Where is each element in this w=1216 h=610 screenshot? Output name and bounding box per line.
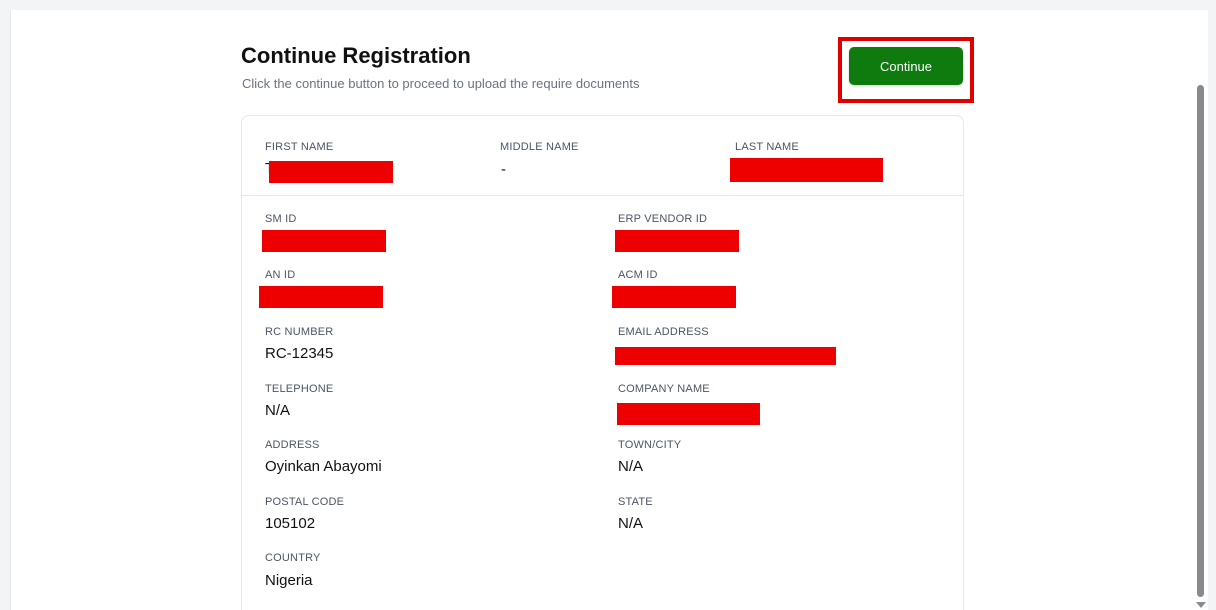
continue-button[interactable]: Continue <box>849 47 963 85</box>
state-label: STATE <box>618 496 653 508</box>
rc-number-value: RC-12345 <box>265 345 334 362</box>
rc-number-label: RC NUMBER <box>265 326 334 338</box>
page-scrollbar[interactable] <box>1194 10 1208 610</box>
an-id-label: AN ID <box>265 269 296 281</box>
country-label: COUNTRY <box>265 552 321 564</box>
acm-id-redaction <box>612 286 736 308</box>
registration-page: Continue Registration Click the continue… <box>10 10 1195 610</box>
email-address-label: EMAIL ADDRESS <box>618 326 709 338</box>
scrollbar-thumb[interactable] <box>1197 85 1204 597</box>
email-address-redaction <box>615 347 836 365</box>
erp-vendor-id-redaction <box>615 230 739 252</box>
town-city-label: TOWN/CITY <box>618 439 682 451</box>
company-name-redaction <box>617 403 760 425</box>
an-id-redaction <box>259 286 383 308</box>
scroll-down-arrow-icon[interactable] <box>1196 602 1206 608</box>
company-name-label: COMPANY NAME <box>618 383 710 395</box>
state-value: N/A <box>618 515 644 532</box>
middle-name-value: - <box>501 161 506 178</box>
postal-code-value: 105102 <box>265 515 316 532</box>
last-name-label: LAST NAME <box>735 141 799 153</box>
town-city-value: N/A <box>618 458 644 475</box>
country-value: Nigeria <box>265 572 313 589</box>
address-value: Oyinkan Abayomi <box>265 458 382 475</box>
postal-code-label: POSTAL CODE <box>265 496 345 508</box>
address-label: ADDRESS <box>265 439 320 451</box>
telephone-label: TELEPHONE <box>265 383 334 395</box>
page-title: Continue Registration <box>241 43 471 68</box>
sm-id-label: SM ID <box>265 213 297 225</box>
first-name-label: FIRST NAME <box>265 141 334 153</box>
first-name-redaction <box>269 161 393 183</box>
sm-id-redaction <box>262 230 386 252</box>
card-divider <box>242 195 963 196</box>
registration-details-card: FIRST NAME T MIDDLE NAME - LAST NAME SM … <box>241 115 964 610</box>
erp-vendor-id-label: ERP VENDOR ID <box>618 213 708 225</box>
acm-id-label: ACM ID <box>618 269 658 281</box>
middle-name-label: MIDDLE NAME <box>500 141 579 153</box>
page-subtitle: Click the continue button to proceed to … <box>242 76 640 91</box>
telephone-value: N/A <box>265 402 291 419</box>
last-name-redaction <box>730 158 883 182</box>
